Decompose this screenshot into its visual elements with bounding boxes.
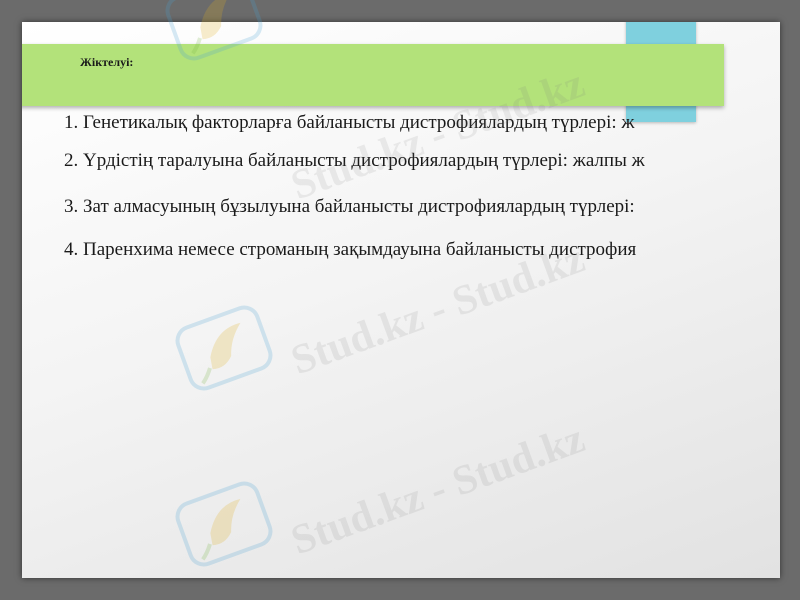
title-band bbox=[22, 44, 724, 106]
list-item-1: 1. Генетикалық факторларға байланысты ди… bbox=[64, 112, 635, 133]
list-item-3: 3. Зат алмасуының бұзылуына байланысты д… bbox=[64, 196, 635, 217]
list-item-2: 2. Үрдістің таралуына байланысты дистроф… bbox=[64, 150, 645, 171]
slide: Жіктелуі: 1. Генетикалық факторларға бай… bbox=[22, 22, 780, 578]
list-item-4: 4. Паренхима немесе строманың зақымдауын… bbox=[64, 239, 637, 260]
slide-title: Жіктелуі: bbox=[80, 55, 134, 69]
page: { "slide": { "title": "Жіктелуі:", "item… bbox=[0, 0, 800, 600]
